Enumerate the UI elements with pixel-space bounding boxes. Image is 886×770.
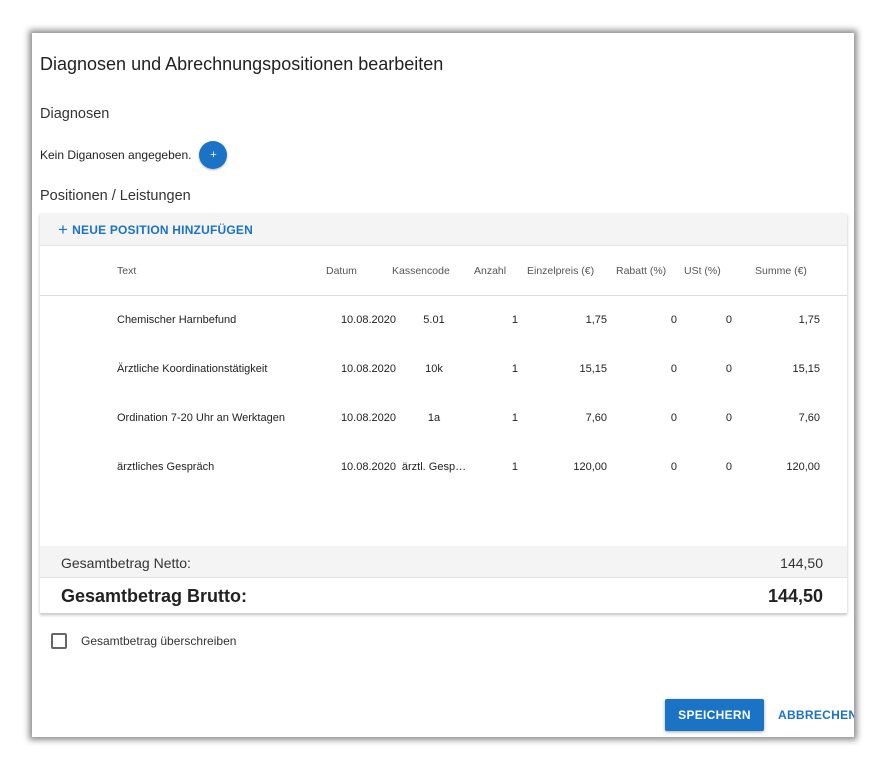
override-total-label[interactable]: Gesamtbetrag überschreiben (81, 634, 236, 648)
cell-ust: 0 (725, 314, 732, 326)
cell-datum: 10.08.2020 (340, 461, 396, 473)
table-row[interactable]: Ärztliche Koordinationstätigkeit 10.08.2… (40, 345, 847, 394)
cell-anzahl: 1 (511, 314, 518, 326)
positions-table: + NEUE POSITION HINZUFÜGEN Text Datum Ka… (40, 214, 847, 614)
plus-icon: + (58, 220, 69, 239)
cancel-button[interactable]: ABBRECHEN (778, 699, 854, 731)
cell-kassencode: 5.01 (423, 314, 445, 326)
column-header-einzelpreis[interactable]: Einzelpreis (€) (527, 265, 594, 277)
cell-ust: 0 (725, 363, 732, 375)
cell-summe: 15,15 (792, 363, 820, 375)
column-header-datum[interactable]: Datum (326, 265, 357, 277)
cell-anzahl: 1 (511, 363, 518, 375)
cell-datum: 10.08.2020 (340, 314, 396, 326)
column-header-anzahl[interactable]: Anzahl (474, 265, 506, 277)
table-header: Text Datum Kassencode Anzahl Einzelpreis… (40, 246, 847, 296)
no-diagnoses-text: Kein Diganosen angegeben. (40, 148, 192, 162)
gross-total-value: 144,50 (767, 586, 823, 606)
save-button[interactable]: SPEICHERN (665, 699, 764, 731)
diagnoses-row: Kein Diganosen angegeben. + (40, 141, 228, 169)
cell-ust: 0 (725, 461, 732, 473)
add-diagnosis-button[interactable]: + (199, 141, 228, 169)
override-total-checkbox[interactable] (51, 633, 67, 649)
net-total-label: Gesamtbetrag Netto: (61, 555, 191, 571)
column-header-text[interactable]: Text (117, 265, 136, 277)
cell-anzahl: 1 (511, 412, 518, 424)
column-header-ust[interactable]: USt (%) (684, 265, 721, 277)
column-header-rabatt[interactable]: Rabatt (%) (616, 265, 666, 277)
cell-einzelpreis: 120,00 (573, 461, 607, 473)
cell-summe: 1,75 (798, 314, 820, 326)
edit-diagnoses-dialog: Diagnosen und Abrechnungspositionen bear… (32, 33, 854, 737)
cell-datum: 10.08.2020 (340, 363, 396, 375)
cell-kassencode: ärztl. Gesp… (401, 461, 467, 473)
cell-kassencode: 1a (427, 412, 441, 424)
cell-anzahl: 1 (511, 461, 518, 473)
cell-rabatt: 0 (670, 363, 677, 375)
cell-text: Chemischer Harnbefund (117, 314, 237, 326)
cell-rabatt: 0 (670, 461, 677, 473)
net-total-value: 144,50 (780, 555, 823, 571)
cell-rabatt: 0 (670, 314, 677, 326)
column-header-kassencode[interactable]: Kassencode (392, 265, 450, 277)
table-row[interactable]: ärztliches Gespräch 10.08.2020 ärztl. Ge… (40, 443, 847, 492)
cell-rabatt: 0 (670, 412, 677, 424)
dialog-title: Diagnosen und Abrechnungspositionen bear… (40, 54, 444, 74)
table-row[interactable]: Chemischer Harnbefund 10.08.2020 5.01 1 … (40, 296, 847, 345)
gross-total-row: Gesamtbetrag Brutto: 144,50 (40, 578, 847, 614)
override-total-option[interactable]: Gesamtbetrag überschreiben (51, 633, 236, 649)
net-total-row: Gesamtbetrag Netto: 144,50 (40, 546, 847, 578)
diagnoses-section-label: Diagnosen (40, 106, 110, 122)
add-position-label: NEUE POSITION HINZUFÜGEN (72, 222, 253, 237)
cell-text: Ärztliche Koordinationstätigkeit (117, 363, 268, 375)
cell-einzelpreis: 15,15 (579, 363, 607, 375)
column-header-summe[interactable]: Summe (€) (755, 265, 807, 277)
cell-summe: 7,60 (798, 412, 820, 424)
cell-kassencode: 10k (425, 363, 443, 375)
cell-ust: 0 (725, 412, 732, 424)
add-position-button[interactable]: + NEUE POSITION HINZUFÜGEN (40, 214, 847, 246)
cell-text: ärztliches Gespräch (117, 461, 215, 473)
cell-text: Ordination 7-20 Uhr an Werktagen (117, 412, 285, 424)
cell-datum: 10.08.2020 (340, 412, 396, 424)
positions-section-label: Positionen / Leistungen (40, 188, 191, 204)
cell-summe: 120,00 (786, 461, 820, 473)
cell-einzelpreis: 1,75 (585, 314, 607, 326)
table-row[interactable]: Ordination 7-20 Uhr an Werktagen 10.08.2… (40, 394, 847, 443)
gross-total-label: Gesamtbetrag Brutto: (61, 586, 248, 606)
cell-einzelpreis: 7,60 (585, 412, 607, 424)
